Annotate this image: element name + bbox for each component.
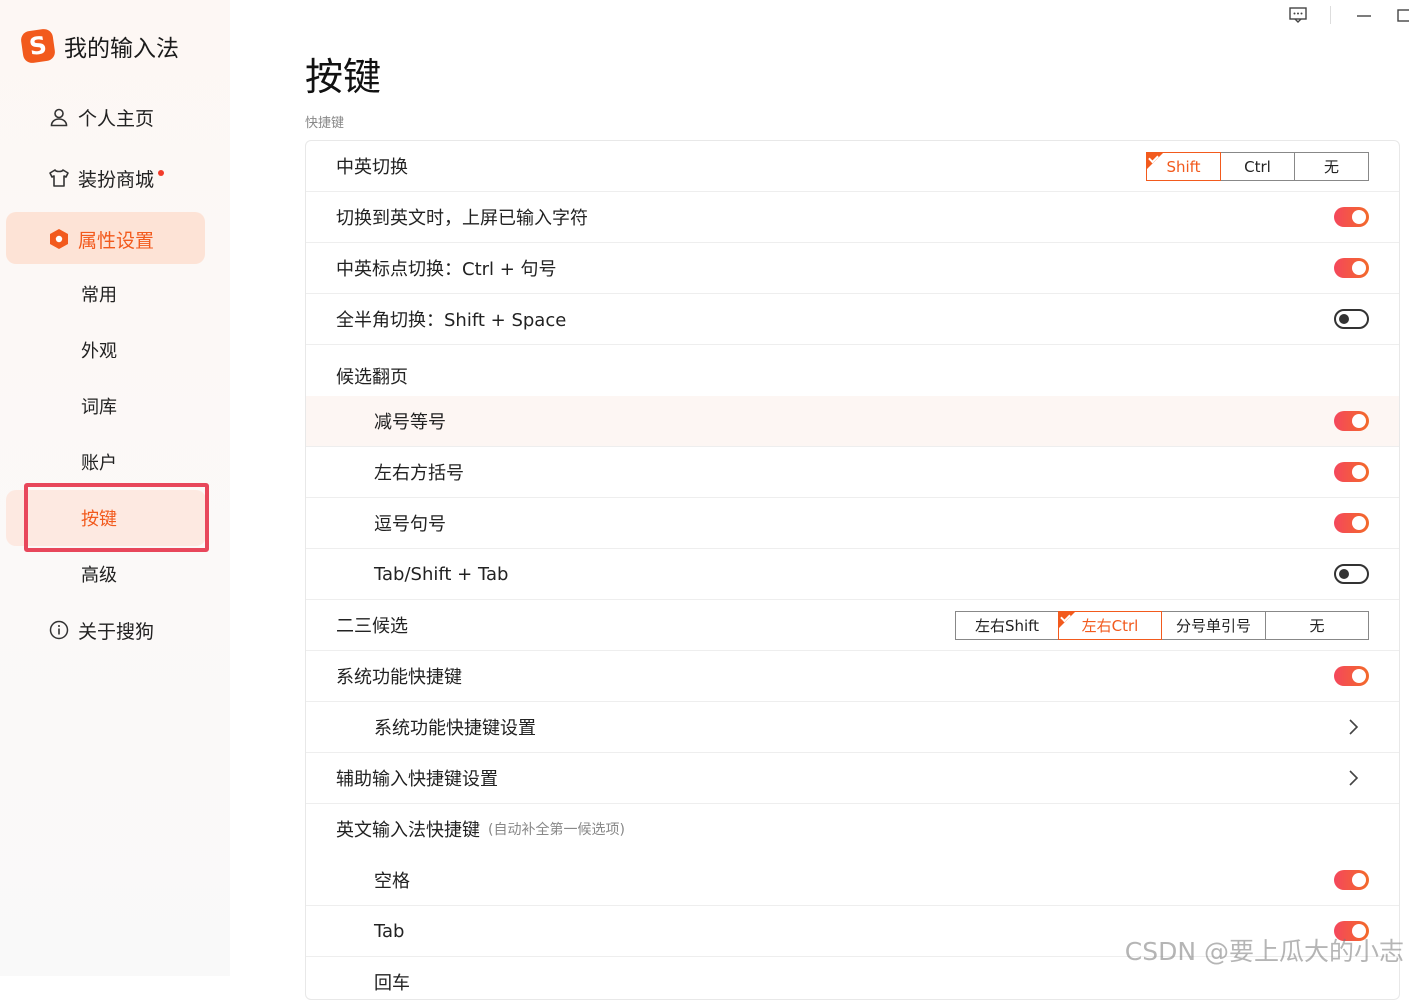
window-separator bbox=[1330, 6, 1331, 24]
row-punct-switch: 中英标点切换：Ctrl + 句号 bbox=[306, 243, 1399, 294]
sogou-logo-icon: S bbox=[19, 27, 57, 65]
sidebar-item-profile[interactable]: 个人主页 bbox=[48, 97, 154, 137]
section-label: 快捷键 bbox=[305, 116, 345, 131]
row-paging-header: 候选翻页 bbox=[306, 345, 1399, 401]
row-label: 系统功能快捷键 bbox=[336, 667, 462, 688]
row-label: Tab bbox=[374, 920, 405, 942]
watermark: CSDN @要上瓜大的小志 bbox=[1124, 937, 1404, 966]
sidebar-item-label: 装扮商城 bbox=[78, 168, 155, 191]
info-icon bbox=[48, 619, 70, 641]
sidebar-item-label: 个人主页 bbox=[78, 107, 155, 130]
brand: S 我的输入法 bbox=[19, 27, 179, 65]
sidebar-sub-appearance[interactable]: 外观 bbox=[81, 335, 117, 365]
notification-dot bbox=[158, 170, 165, 176]
sys-shortcuts-toggle[interactable] bbox=[1334, 666, 1369, 686]
punct-switch-toggle[interactable] bbox=[1334, 258, 1369, 278]
paging-comma-toggle[interactable] bbox=[1334, 513, 1369, 533]
sidebar-item-label: 属性设置 bbox=[78, 229, 155, 252]
option-left-right-shift[interactable]: 左右Shift bbox=[955, 611, 1059, 640]
row-cn-en-switch: 中英切换 Shift Ctrl 无 bbox=[306, 141, 1399, 192]
row-label: 二三候选 bbox=[336, 616, 408, 637]
paging-minus-toggle[interactable] bbox=[1334, 411, 1369, 431]
row-label: 空格 bbox=[374, 871, 410, 892]
row-label: 辅助输入快捷键设置 bbox=[336, 769, 498, 790]
row-paging-minus: 减号等号 bbox=[306, 396, 1399, 447]
sidebar-item-settings[interactable]: 属性设置 bbox=[48, 219, 154, 259]
cn-en-switch-segmented: Shift Ctrl 无 bbox=[1146, 152, 1369, 181]
chevron-right-icon bbox=[1349, 770, 1359, 786]
row-label: Tab/Shift + Tab bbox=[374, 563, 509, 585]
paging-brackets-toggle[interactable] bbox=[1334, 462, 1369, 482]
en-shortcuts-title: 英文输入法快捷键 bbox=[336, 820, 480, 841]
option-shift[interactable]: Shift bbox=[1146, 152, 1221, 181]
row-en-shortcuts-header: 英文输入法快捷键 (自动补全第一候选项) bbox=[306, 804, 1399, 855]
settings-panel: 中英切换 Shift Ctrl 无 切换到英文时，上屏已输入字符 中英标点切换：… bbox=[305, 140, 1400, 1000]
annotation-highlight-box bbox=[24, 483, 209, 552]
settings-hex-icon bbox=[48, 228, 70, 250]
page-title: 按键 bbox=[305, 55, 382, 99]
en-shortcuts-note: (自动补全第一候选项) bbox=[488, 822, 625, 838]
sidebar-sub-common[interactable]: 常用 bbox=[81, 279, 117, 309]
width-switch-toggle[interactable] bbox=[1334, 309, 1369, 329]
row-commit-on-switch: 切换到英文时，上屏已输入字符 bbox=[306, 192, 1399, 243]
row-paging-comma: 逗号句号 bbox=[306, 498, 1399, 549]
row-sys-shortcut-settings[interactable]: 系统功能快捷键设置 bbox=[306, 702, 1399, 753]
option-ctrl[interactable]: Ctrl bbox=[1220, 152, 1295, 181]
paging-tab-toggle[interactable] bbox=[1334, 564, 1369, 584]
sidebar-sub-advanced[interactable]: 高级 bbox=[81, 559, 117, 589]
tshirt-icon bbox=[48, 167, 70, 189]
second-third-segmented: 左右Shift 左右Ctrl 分号单引号 无 bbox=[955, 611, 1369, 640]
option-semicolon-quote[interactable]: 分号单引号 bbox=[1161, 611, 1266, 640]
row-label: 全半角切换：Shift + Space bbox=[336, 310, 567, 331]
app-title: 我的输入法 bbox=[64, 36, 179, 62]
option-none[interactable]: 无 bbox=[1265, 611, 1369, 640]
sidebar-item-label: 关于搜狗 bbox=[78, 620, 155, 643]
sidebar-item-store[interactable]: 装扮商城 bbox=[48, 158, 165, 198]
chat-icon[interactable] bbox=[1287, 4, 1309, 26]
row-en-space: 空格 bbox=[306, 855, 1399, 906]
sidebar-sub-account[interactable]: 账户 bbox=[81, 447, 117, 477]
row-label: 减号等号 bbox=[374, 412, 446, 433]
row-label: 系统功能快捷键设置 bbox=[374, 718, 536, 739]
sidebar-item-about[interactable]: 关于搜狗 bbox=[48, 610, 154, 650]
row-label: 切换到英文时，上屏已输入字符 bbox=[336, 208, 588, 229]
option-none[interactable]: 无 bbox=[1294, 152, 1369, 181]
row-width-switch: 全半角切换：Shift + Space bbox=[306, 294, 1399, 345]
commit-on-switch-toggle[interactable] bbox=[1334, 207, 1369, 227]
row-label: 回车 bbox=[374, 973, 410, 994]
row-second-third: 二三候选 左右Shift 左右Ctrl 分号单引号 无 bbox=[306, 600, 1399, 651]
row-paging-brackets: 左右方括号 bbox=[306, 447, 1399, 498]
row-paging-tab: Tab/Shift + Tab bbox=[306, 549, 1399, 600]
minimize-icon[interactable] bbox=[1353, 4, 1375, 26]
row-sys-shortcuts: 系统功能快捷键 bbox=[306, 651, 1399, 702]
row-label: 左右方括号 bbox=[374, 463, 464, 484]
row-label: 英文输入法快捷键 (自动补全第一候选项) bbox=[336, 804, 625, 854]
row-label: 中英切换 bbox=[336, 157, 408, 178]
row-label: 中英标点切换：Ctrl + 句号 bbox=[336, 259, 557, 280]
row-aux-shortcut-settings[interactable]: 辅助输入快捷键设置 bbox=[306, 753, 1399, 804]
en-space-toggle[interactable] bbox=[1334, 870, 1369, 890]
row-label: 逗号句号 bbox=[374, 514, 446, 535]
user-icon bbox=[48, 106, 70, 128]
sidebar: S 我的输入法 个人主页 装扮商城 属性设置 常用 外观 词库 账户 按键 高级… bbox=[0, 0, 230, 976]
maximize-icon[interactable] bbox=[1394, 4, 1410, 26]
option-left-right-ctrl[interactable]: 左右Ctrl bbox=[1058, 611, 1162, 640]
sidebar-sub-dictionary[interactable]: 词库 bbox=[81, 391, 117, 421]
chevron-right-icon bbox=[1349, 719, 1359, 735]
